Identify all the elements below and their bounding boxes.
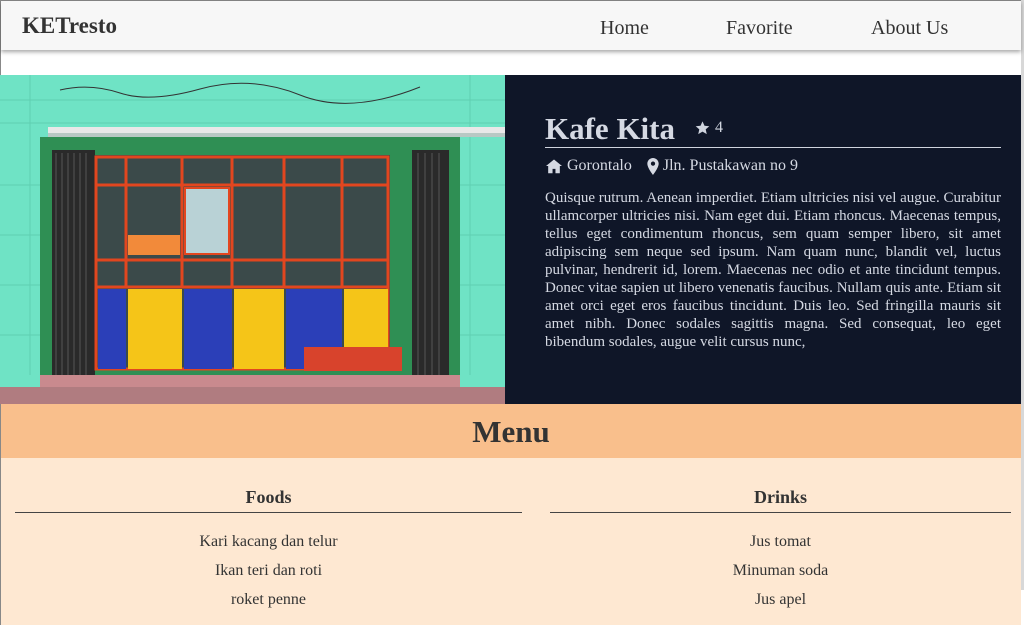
list-item: roket penne <box>230 591 307 608</box>
star-icon <box>695 121 710 135</box>
list-item: Kari kacang dan telur <box>199 533 338 550</box>
drinks-title: Drinks <box>753 487 807 507</box>
divider <box>545 147 1001 148</box>
divider <box>550 512 1011 513</box>
home-icon <box>546 159 562 174</box>
menu-title: Menu <box>472 414 550 449</box>
restaurant-info-panel: Kafe Kita 4 Gorontalo Jln. Pustakawan no… <box>505 75 1021 404</box>
list-item: Jus apel <box>754 591 807 608</box>
drinks-column: Drinks Jus tomat Minuman soda Jus apel <box>550 458 1011 625</box>
divider <box>15 512 522 513</box>
restaurant-detail: Kafe Kita 4 Gorontalo Jln. Pustakawan no… <box>0 75 1021 404</box>
map-marker-icon <box>647 157 659 175</box>
storefront-illustration <box>0 75 505 404</box>
foods-list: Kari kacang dan telur Ikan teri dan roti… <box>15 532 522 619</box>
drinks-list: Jus tomat Minuman soda Jus apel <box>550 532 1011 619</box>
foods-title: Foods <box>245 487 292 507</box>
list-item: Ikan teri dan roti <box>214 562 323 579</box>
restaurant-name: Kafe Kita <box>545 111 675 146</box>
address: Jln. Pustakawan no 9 <box>647 157 798 175</box>
nav-link-favorite[interactable]: Favorite <box>726 17 793 40</box>
city: Gorontalo <box>545 157 632 175</box>
rating: 4 <box>694 119 723 137</box>
city-label: Gorontalo <box>567 157 632 174</box>
rating-value: 4 <box>715 119 723 136</box>
nav-link-about-us[interactable]: About Us <box>871 17 948 40</box>
navbar: KETresto Home Favorite About Us <box>1 1 1021 50</box>
restaurant-image <box>0 75 505 404</box>
foods-column: Foods Kari kacang dan telur Ikan teri da… <box>15 458 522 625</box>
menu-section: Foods Kari kacang dan telur Ikan teri da… <box>1 458 1021 625</box>
restaurant-description: Quisque rutrum. Aenean imperdiet. Etiam … <box>545 190 1001 350</box>
menu-header: Menu <box>1 404 1021 458</box>
list-item: Jus tomat <box>750 533 811 550</box>
address-label: Jln. Pustakawan no 9 <box>662 157 798 174</box>
nav-link-home[interactable]: Home <box>600 17 649 40</box>
list-item: Minuman soda <box>732 562 829 579</box>
restaurant-meta: Gorontalo Jln. Pustakawan no 9 <box>545 157 813 175</box>
brand-logo[interactable]: KETresto <box>22 13 117 39</box>
